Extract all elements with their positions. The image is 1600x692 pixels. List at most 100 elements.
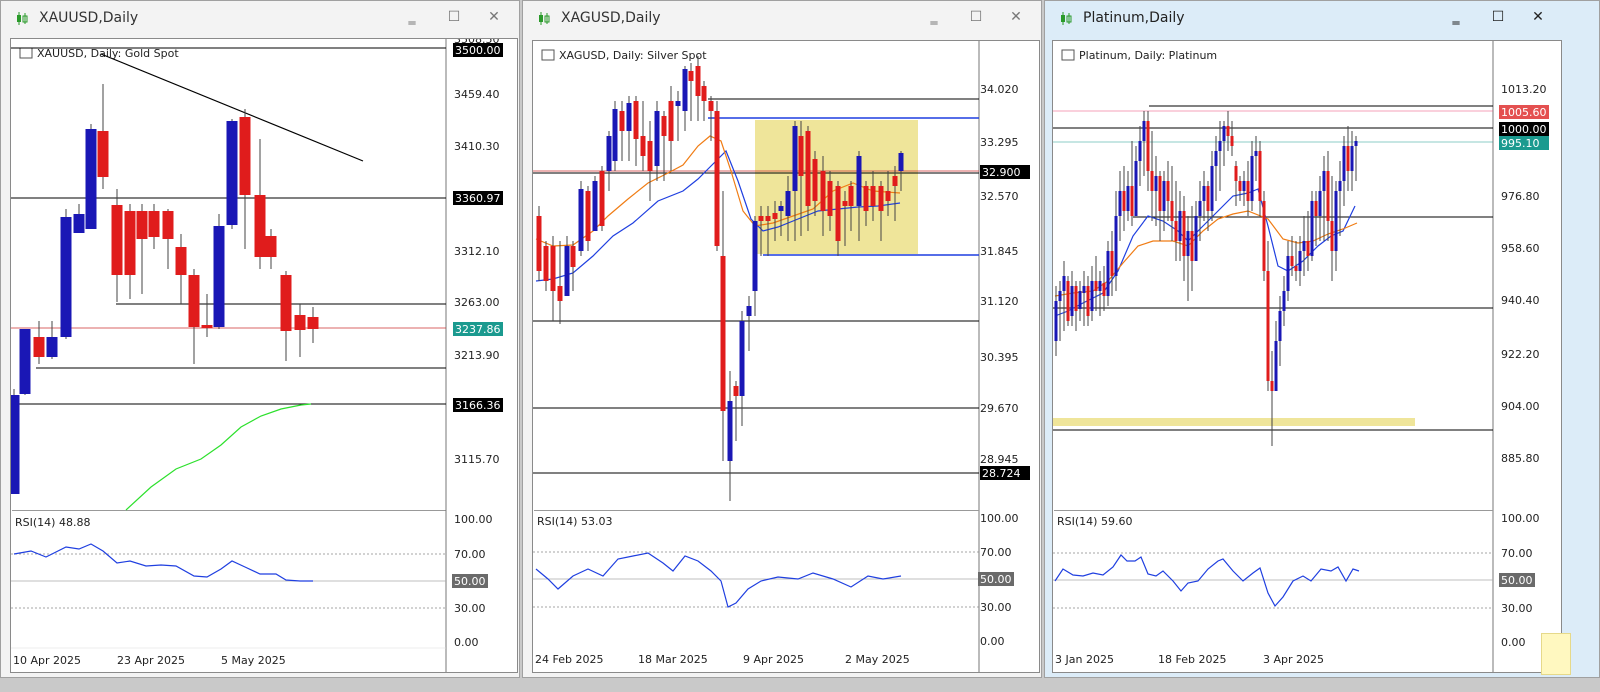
candlestick-icon xyxy=(1061,12,1072,25)
candle xyxy=(1098,281,1102,291)
candle xyxy=(97,131,109,177)
candle xyxy=(885,191,891,201)
candle xyxy=(1354,141,1358,146)
close-icon[interactable]: ✕ xyxy=(1009,10,1023,24)
price-label: 1013.20 xyxy=(1501,83,1547,96)
scroll-corner[interactable] xyxy=(1541,633,1571,675)
candle xyxy=(1350,146,1354,171)
close-icon[interactable]: ✕ xyxy=(487,10,501,24)
candle xyxy=(1290,256,1294,266)
price-chart[interactable]: Platinum, Daily: Platinum 1013.20 976.80 95… xyxy=(1053,41,1561,672)
candle xyxy=(1274,341,1278,391)
candle xyxy=(11,395,20,494)
candle xyxy=(792,126,798,191)
candle xyxy=(124,211,136,275)
candle xyxy=(746,306,752,316)
candle xyxy=(1258,151,1262,201)
candle xyxy=(733,386,739,396)
close-icon[interactable]: ✕ xyxy=(1531,10,1545,24)
candle xyxy=(1150,171,1154,191)
chart-window-platinum[interactable]: Platinum,Daily ‗ ☐ ✕ Platinum, Daily: Pl… xyxy=(1044,0,1600,678)
maximize-icon[interactable]: ☐ xyxy=(447,10,461,24)
price-label: 29.670 xyxy=(980,402,1019,415)
candle xyxy=(856,156,862,206)
candlestick-icon xyxy=(17,12,28,25)
candle xyxy=(1242,181,1246,191)
price-tag: 3237.86 xyxy=(455,323,501,336)
candle xyxy=(557,286,563,301)
price-chart[interactable]: XAUUSD, Daily: Gold Spot3508.503459.4034… xyxy=(11,39,517,672)
candle xyxy=(870,186,876,206)
candle xyxy=(585,191,591,241)
candle xyxy=(1126,186,1130,211)
chart-legend: XAGUSD, Daily: Silver Spot xyxy=(559,49,707,62)
candle xyxy=(1326,171,1330,221)
candle xyxy=(1302,241,1306,251)
candle xyxy=(1210,166,1214,211)
price-label: 3312.10 xyxy=(454,245,500,258)
candle xyxy=(1254,151,1258,156)
rsi-level-label: 0.00 xyxy=(454,636,479,649)
candle xyxy=(668,101,674,141)
minimize-icon[interactable]: ‗ xyxy=(1449,10,1463,24)
minimize-icon[interactable]: ‗ xyxy=(927,10,941,24)
candle xyxy=(688,71,694,81)
window-titlebar[interactable]: Platinum,Daily ‗ ☐ ✕ xyxy=(1045,1,1599,35)
candle xyxy=(1174,221,1178,241)
candle xyxy=(1106,251,1110,296)
candle xyxy=(1318,191,1322,216)
candle xyxy=(1238,181,1242,191)
candle xyxy=(294,315,306,330)
rsi-label: RSI(14) 59.60 xyxy=(1057,515,1132,528)
candle xyxy=(254,195,266,257)
rsi-level-label: 70.00 xyxy=(1501,547,1533,560)
price-chart[interactable]: XAGUSD, Daily: Silver Spot 34.020 33.295 32… xyxy=(533,41,1039,672)
chart-legend: XAUUSD, Daily: Gold Spot xyxy=(37,47,179,60)
rsi-level-label: 30.00 xyxy=(1501,602,1533,615)
candle xyxy=(720,256,726,411)
candle xyxy=(714,111,720,246)
price-label: 31.845 xyxy=(980,245,1019,258)
candle xyxy=(213,226,225,327)
candle xyxy=(1070,286,1074,316)
chart-window-xauusd[interactable]: XAUUSD,Daily ‗ ☐ ✕ XAUUSD, Daily: Gold S… xyxy=(0,0,520,678)
support-zone xyxy=(1053,418,1415,426)
rsi-level-label: 70.00 xyxy=(454,548,486,561)
candle xyxy=(1062,276,1066,291)
candle xyxy=(892,176,898,186)
maximize-icon[interactable]: ☐ xyxy=(969,10,983,24)
candle xyxy=(1330,221,1334,251)
candle xyxy=(640,136,646,156)
candle xyxy=(1218,141,1222,151)
candle xyxy=(188,275,200,327)
candle xyxy=(1306,241,1310,256)
price-tag: 1005.60 xyxy=(1501,106,1547,119)
candle xyxy=(1294,266,1298,271)
candle xyxy=(592,181,598,231)
window-title: Platinum,Daily xyxy=(1083,10,1185,26)
minimize-icon[interactable]: ‗ xyxy=(405,10,419,24)
price-label: 33.295 xyxy=(980,136,1019,149)
candle xyxy=(1230,136,1234,146)
candle xyxy=(898,153,904,171)
candle xyxy=(701,86,707,101)
price-label: 922.20 xyxy=(1501,348,1540,361)
chart-area[interactable]: XAUUSD, Daily: Gold Spot 3508.50 3459.40 34… xyxy=(10,38,518,673)
price-label: 958.60 xyxy=(1501,242,1540,255)
price-tag: 1000.00 xyxy=(1501,123,1547,136)
window-titlebar[interactable]: XAGUSD,Daily ‗ ☐ ✕ xyxy=(523,1,1041,35)
maximize-icon[interactable]: ☐ xyxy=(1491,10,1505,24)
chart-area[interactable]: Platinum, Daily: Platinum 1013.20 976.80 95… xyxy=(1052,40,1562,673)
date-label: 18 Feb 2025 xyxy=(1158,653,1226,666)
candle xyxy=(1342,146,1346,181)
date-label: 3 Jan 2025 xyxy=(1055,653,1114,666)
chart-window-xagusd[interactable]: XAGUSD,Daily ‗ ☐ ✕ XAGUSD, Daily: Silver… xyxy=(522,0,1042,678)
chart-area[interactable]: XAGUSD, Daily: Silver Spot 34.020 33.295 32… xyxy=(532,40,1040,673)
candle xyxy=(1178,211,1182,241)
candle xyxy=(661,116,667,136)
window-titlebar[interactable]: XAUUSD,Daily ‗ ☐ ✕ xyxy=(1,1,519,35)
candle xyxy=(1122,191,1126,211)
date-label: 3 Apr 2025 xyxy=(1263,653,1324,666)
candle xyxy=(73,214,85,233)
candle xyxy=(765,216,771,221)
